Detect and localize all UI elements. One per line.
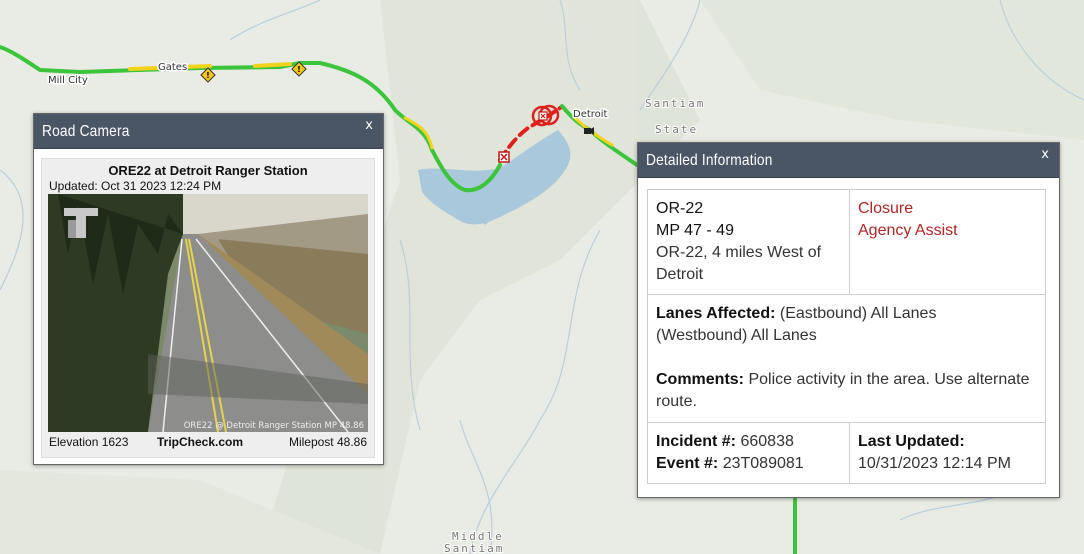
close-icon[interactable]: x	[365, 118, 373, 133]
camera-icon[interactable]	[584, 127, 594, 135]
last-updated: 10/31/2023 12:14 PM	[858, 455, 1012, 472]
event-label: Event #:	[656, 455, 719, 472]
label-gates: Gates	[158, 62, 187, 73]
svg-text:!: !	[297, 65, 301, 74]
label-detroit: Detroit	[573, 109, 608, 120]
road-camera-panel[interactable]: Road Camera x ORE22 at Detroit Ranger St…	[33, 113, 384, 465]
comments-label: Comments:	[656, 371, 745, 388]
road-camera-header: Road Camera x	[34, 114, 383, 149]
camera-name: ORE22 at Detroit Ranger Station	[108, 163, 308, 178]
event-type: Closure	[858, 200, 914, 217]
detail-header: Detailed Information x	[638, 143, 1059, 178]
incident-label: Incident #:	[656, 433, 737, 450]
lanes-eastbound: (Eastbound) All Lanes	[779, 305, 937, 322]
closure-icon[interactable]	[498, 151, 510, 163]
lanes-comments-cell: Lanes Affected: (Eastbound) All Lanes (W…	[647, 294, 1046, 423]
label-mill-city: Mill City	[48, 75, 88, 86]
detailed-information-panel[interactable]: Detailed Information x OR-22 MP 47 - 49 …	[637, 142, 1060, 498]
event-number: 23T089081	[722, 455, 804, 472]
location: OR-22, 4 miles West of Detroit	[656, 244, 822, 283]
lanes-westbound: (Westbound) All Lanes	[656, 327, 817, 344]
camera-site: TripCheck.com	[157, 435, 244, 449]
ids-cell: Incident #: 660838 Event #: 23T089081	[647, 422, 850, 484]
camera-milepost: Milepost 48.86	[288, 435, 367, 449]
detail-title: Detailed Information	[646, 152, 773, 169]
svg-text:!: !	[206, 71, 210, 80]
incident-number: 660838	[740, 433, 794, 450]
camera-image[interactable]: ORE22 @ Detroit Ranger Station MP 48.86	[48, 194, 368, 432]
label-santiam-state-2: State	[655, 123, 698, 136]
detail-table: OR-22 MP 47 - 49 OR-22, 4 miles West of …	[647, 189, 1046, 484]
camera-updated: Updated: Oct 31 2023 12:24 PM	[49, 179, 222, 193]
camera-card: ORE22 at Detroit Ranger Station Updated:…	[41, 158, 375, 458]
lanes-label: Lanes Affected:	[656, 305, 776, 322]
label-middle-santiam-2: Santiam	[444, 542, 504, 554]
last-updated-label: Last Updated:	[858, 433, 965, 450]
mileposts: MP 47 - 49	[656, 222, 734, 239]
close-icon[interactable]: x	[1041, 147, 1049, 162]
label-santiam-state-1: Santiam	[645, 97, 705, 110]
camera-watermark: ORE22 @ Detroit Ranger Station MP 48.86	[184, 421, 364, 431]
road-camera-title: Road Camera	[42, 123, 130, 140]
event-type-cell: Closure Agency Assist	[849, 189, 1046, 295]
event-subtype: Agency Assist	[858, 222, 958, 239]
route-cell: OR-22 MP 47 - 49 OR-22, 4 miles West of …	[647, 189, 850, 295]
updated-cell: Last Updated: 10/31/2023 12:14 PM	[849, 422, 1046, 484]
camera-elevation: Elevation 1623	[49, 435, 129, 449]
route: OR-22	[656, 200, 704, 217]
